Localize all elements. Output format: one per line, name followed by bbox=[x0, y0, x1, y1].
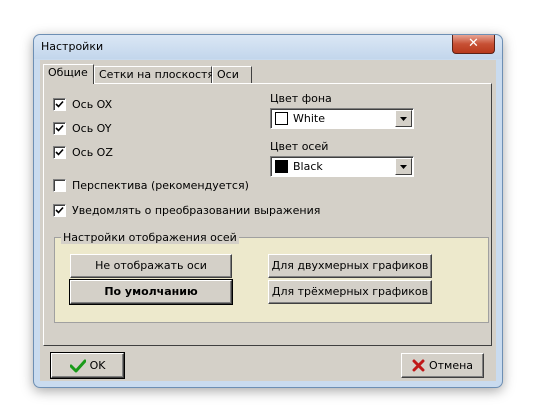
background-color-select[interactable]: White bbox=[270, 108, 414, 129]
cancel-button[interactable]: Отмена bbox=[401, 353, 484, 378]
tab-general[interactable]: Общие bbox=[43, 64, 94, 84]
chevron-down-icon bbox=[400, 117, 407, 121]
select-value: White bbox=[293, 112, 325, 125]
hide-axes-button[interactable]: Не отображать оси bbox=[70, 254, 232, 278]
settings-dialog: Настройки ✕ Общие Сетки на плоскостях Ос… bbox=[33, 34, 503, 388]
dropdown-arrow-button[interactable] bbox=[395, 158, 412, 175]
checkbox-box bbox=[53, 98, 66, 111]
checkbox-label: Ось OY bbox=[72, 122, 112, 135]
checkbox-axis-ox[interactable]: Ось OX bbox=[53, 98, 112, 111]
dropdown-arrow-button[interactable] bbox=[395, 110, 412, 127]
2d-graphs-button[interactable]: Для двухмерных графиков bbox=[268, 254, 432, 278]
group-title: Настройки отображения осей bbox=[61, 231, 239, 244]
close-icon: ✕ bbox=[468, 36, 479, 51]
background-color-label: Цвет фона bbox=[270, 92, 332, 105]
checkbox-label: Перспектива (рекомендуется) bbox=[72, 179, 249, 192]
default-axes-button[interactable]: По умолчанию bbox=[69, 279, 233, 305]
checkbox-axis-oy[interactable]: Ось OY bbox=[53, 122, 111, 135]
checkmark-icon bbox=[55, 100, 64, 108]
tab-panel-general: Ось OX Ось OY Ось OZ Перспектива (рекоме… bbox=[43, 83, 492, 346]
checkbox-label: Ось OX bbox=[72, 98, 113, 111]
x-icon bbox=[412, 359, 425, 372]
checkmark-icon bbox=[55, 148, 64, 156]
title-bar: Настройки ✕ bbox=[34, 35, 502, 59]
dialog-client-area: Общие Сетки на плоскостях Оси Ось OX Ось… bbox=[40, 60, 496, 381]
checkbox-notify-transform[interactable]: Уведомлять о преобразовании выражения bbox=[53, 204, 320, 217]
3d-graphs-button[interactable]: Для трёхмерных графиков bbox=[268, 280, 432, 304]
checkbox-label: Уведомлять о преобразовании выражения bbox=[72, 204, 321, 217]
axis-color-label: Цвет осей bbox=[270, 140, 329, 153]
tab-plane-grids[interactable]: Сетки на плоскостях bbox=[94, 66, 221, 83]
tab-axes[interactable]: Оси bbox=[212, 66, 252, 83]
close-button[interactable]: ✕ bbox=[452, 35, 495, 54]
checkbox-box bbox=[53, 122, 66, 135]
checkbox-perspective[interactable]: Перспектива (рекомендуется) bbox=[53, 179, 249, 192]
check-icon bbox=[69, 359, 86, 372]
chevron-down-icon bbox=[400, 165, 407, 169]
axis-display-group: Настройки отображения осей Не отображать… bbox=[54, 231, 489, 323]
checkbox-box bbox=[53, 146, 66, 159]
color-swatch bbox=[275, 112, 288, 125]
checkmark-icon bbox=[55, 124, 64, 132]
checkbox-label: Ось OZ bbox=[72, 146, 113, 159]
ok-label: OK bbox=[89, 359, 106, 372]
ok-button[interactable]: OK bbox=[50, 352, 125, 379]
axis-color-select[interactable]: Black bbox=[270, 156, 414, 177]
cancel-label: Отмена bbox=[428, 359, 474, 372]
window-title: Настройки bbox=[41, 40, 104, 53]
checkbox-axis-oz[interactable]: Ось OZ bbox=[53, 146, 113, 159]
checkmark-icon bbox=[55, 206, 64, 214]
select-value: Black bbox=[293, 160, 323, 173]
checkbox-box bbox=[53, 204, 66, 217]
color-swatch bbox=[275, 160, 288, 173]
checkbox-box bbox=[53, 179, 66, 192]
